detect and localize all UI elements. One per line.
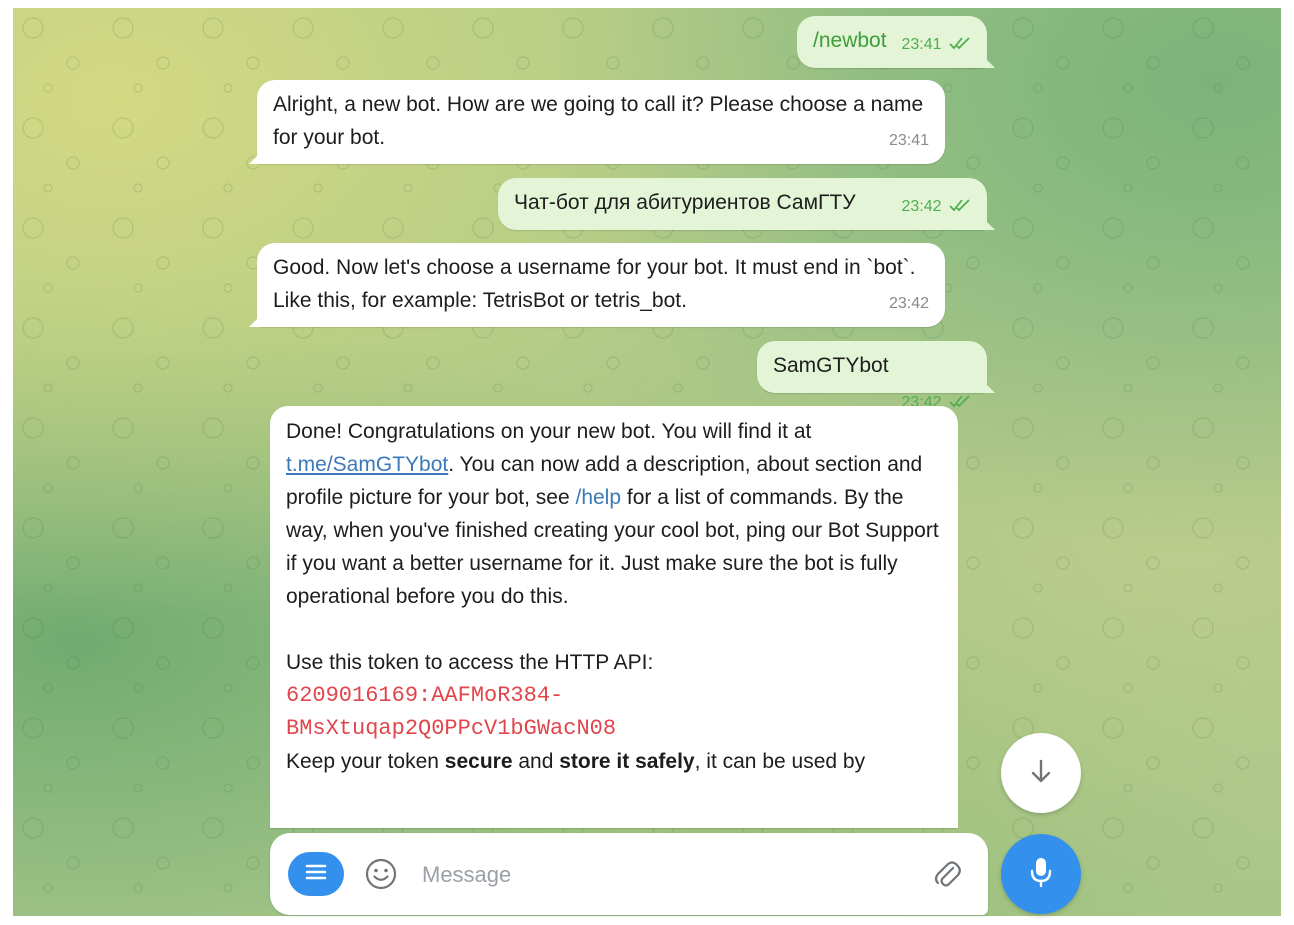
bold-text: secure	[444, 750, 513, 773]
message-outgoing[interactable]: /newbot 23:41	[797, 16, 987, 68]
message-paragraph: Keep your token secure and store it safe…	[286, 745, 942, 778]
bot-link[interactable]: t.me/SamGTYbot	[286, 453, 448, 476]
message-text: Good. Now let's choose a username for yo…	[273, 256, 916, 312]
double-check-icon	[949, 198, 971, 216]
message-time: 23:42	[901, 198, 942, 216]
menu-icon	[304, 862, 328, 887]
message-text: , it can be used by	[694, 750, 866, 773]
bold-text: store it safely	[559, 750, 695, 773]
message-text: Чат-бот для абитуриентов СамГТУ	[514, 191, 856, 214]
bot-token[interactable]: 6209016169:AAFMoR384- BMsXtuqap2Q0PPcV1b…	[286, 679, 942, 745]
paperclip-icon	[930, 861, 964, 895]
emoji-button[interactable]	[364, 857, 398, 891]
message-incoming[interactable]: Good. Now let's choose a username for yo…	[257, 243, 945, 327]
scroll-down-button[interactable]	[1001, 733, 1081, 813]
microphone-icon	[1026, 855, 1056, 894]
message-time: 23:42	[888, 295, 929, 312]
message-text: and	[512, 750, 560, 773]
message-text: SamGTYbot	[773, 354, 889, 377]
message-meta: 23:42	[902, 198, 972, 216]
message-text: Done! Congratulations on your new bot. Y…	[286, 420, 812, 443]
message-outgoing[interactable]: Чат-бот для абитуриентов СамГТУ 23:42	[498, 178, 987, 230]
double-check-icon	[949, 394, 971, 412]
token-label: Use this token to access the HTTP API:	[286, 651, 654, 674]
message-text[interactable]: /newbot	[813, 29, 887, 52]
attach-button[interactable]	[930, 857, 964, 891]
message-text: Keep your token	[286, 750, 445, 773]
message-text: Alright, a new bot. How are we going to …	[273, 93, 924, 149]
token-line[interactable]: BMsXtuqap2Q0PPcV1bGWacN08	[286, 712, 942, 745]
message-paragraph: Done! Congratulations on your new bot. Y…	[286, 415, 942, 613]
help-command-link[interactable]: /help	[575, 486, 621, 509]
double-check-icon	[949, 36, 971, 54]
arrow-down-icon	[1026, 756, 1056, 791]
token-line[interactable]: 6209016169:AAFMoR384-	[286, 679, 942, 712]
voice-record-button[interactable]	[1001, 834, 1081, 914]
message-outgoing[interactable]: SamGTYbot 23:42	[757, 341, 987, 411]
message-time: 23:41	[888, 132, 929, 149]
message-incoming[interactable]: Alright, a new bot. How are we going to …	[257, 80, 945, 164]
smile-icon	[364, 858, 398, 895]
message-meta: 23:41	[902, 36, 972, 54]
message-incoming-done[interactable]: Done! Congratulations on your new bot. Y…	[270, 406, 958, 828]
message-input[interactable]	[420, 851, 904, 899]
bot-menu-button[interactable]	[288, 852, 344, 896]
message-time: 23:41	[901, 36, 942, 54]
message-composer	[270, 833, 988, 915]
